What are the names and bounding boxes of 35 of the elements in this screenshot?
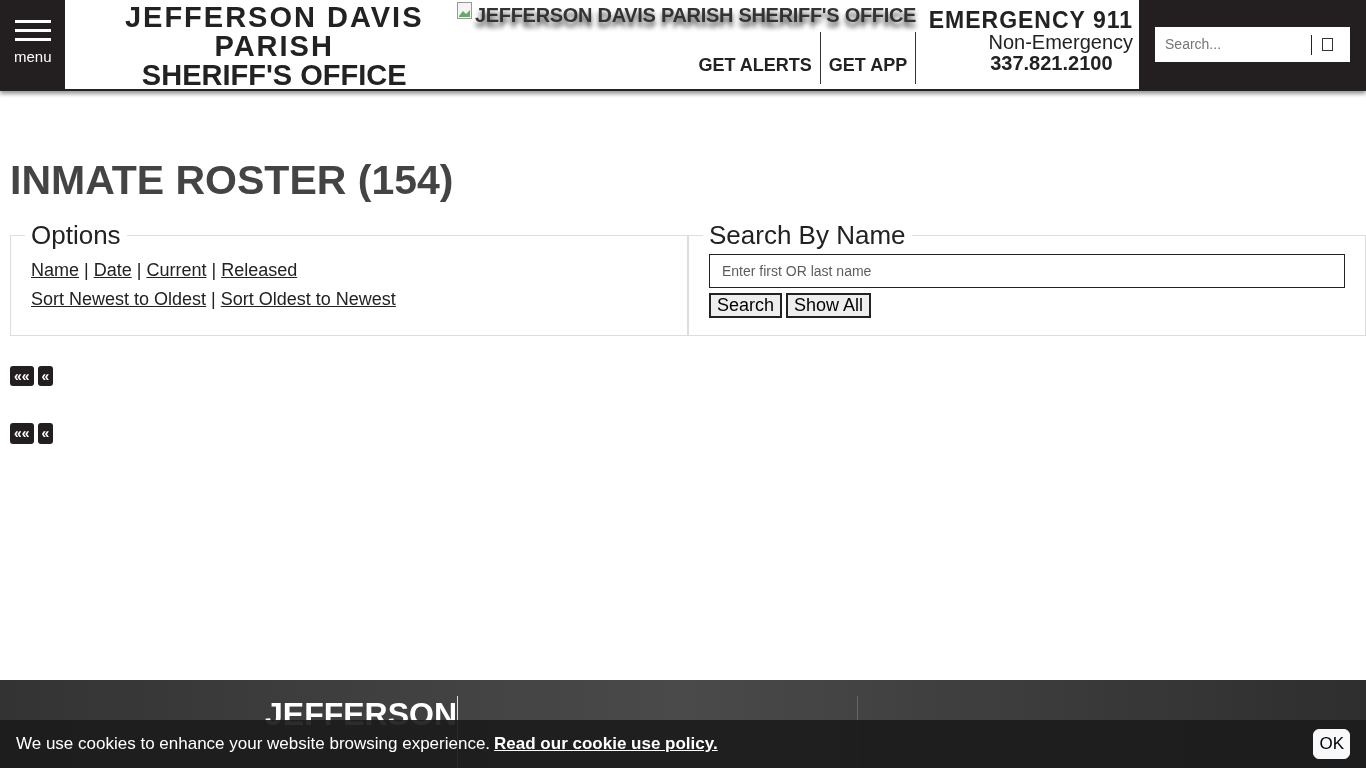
separator: |: [211, 288, 216, 309]
emergency-number: EMERGENCY 911: [928, 8, 1133, 33]
header-link[interactable]: GET APP: [820, 52, 916, 79]
previous-page-button[interactable]: «: [37, 423, 54, 444]
search-bar[interactable]: Search...: [1155, 27, 1350, 62]
search-legend: Search By Name: [703, 221, 912, 250]
search-button[interactable]: Search: [709, 292, 783, 319]
site-title: JEFFERSON DAVIS PARISH SHERIFF'S OFFICE: [123, 0, 425, 89]
option-link[interactable]: Sort Newest to Oldest: [31, 288, 207, 309]
search-icon[interactable]: [1322, 38, 1333, 51]
option-link[interactable]: Date: [93, 259, 132, 280]
separator: |: [136, 259, 142, 280]
option-link[interactable]: Current: [146, 259, 207, 280]
option-link[interactable]: Sort Oldest to Newest: [220, 288, 396, 309]
show-all-button[interactable]: Show All: [786, 292, 872, 319]
separator: |: [84, 259, 89, 280]
cookie-message: We use cookies to enhance your website browsing experience.: [16, 733, 491, 756]
name-input[interactable]: Enter first OR last name: [709, 253, 1345, 288]
non-emergency-label: Non-Emergency: [987, 32, 1133, 54]
option-link[interactable]: Name: [31, 259, 79, 280]
non-emergency-phone: 337.821.2100: [989, 53, 1113, 75]
menu-icon: [14, 20, 51, 43]
menu-button[interactable]: menu: [0, 0, 66, 89]
separator: |: [211, 259, 217, 280]
ok-button[interactable]: OK: [1313, 728, 1350, 760]
footer-logo-text: JEFFERSON: [265, 698, 458, 730]
previous-page-button[interactable]: «: [37, 366, 54, 387]
broken-logo-image: JEFFERSON DAVIS PARISH SHERIFF'S OFFICE: [456, 0, 917, 30]
cookie-policy-link[interactable]: Read our cookie use policy.: [494, 731, 718, 757]
option-link[interactable]: Released: [221, 259, 298, 280]
page-title: INMATE ROSTER (154): [10, 156, 455, 205]
header-link[interactable]: GET ALERTS: [690, 52, 820, 79]
first-page-button[interactable]: ««: [10, 423, 34, 444]
first-page-button[interactable]: ««: [10, 366, 34, 387]
options-legend: Options: [25, 221, 127, 250]
